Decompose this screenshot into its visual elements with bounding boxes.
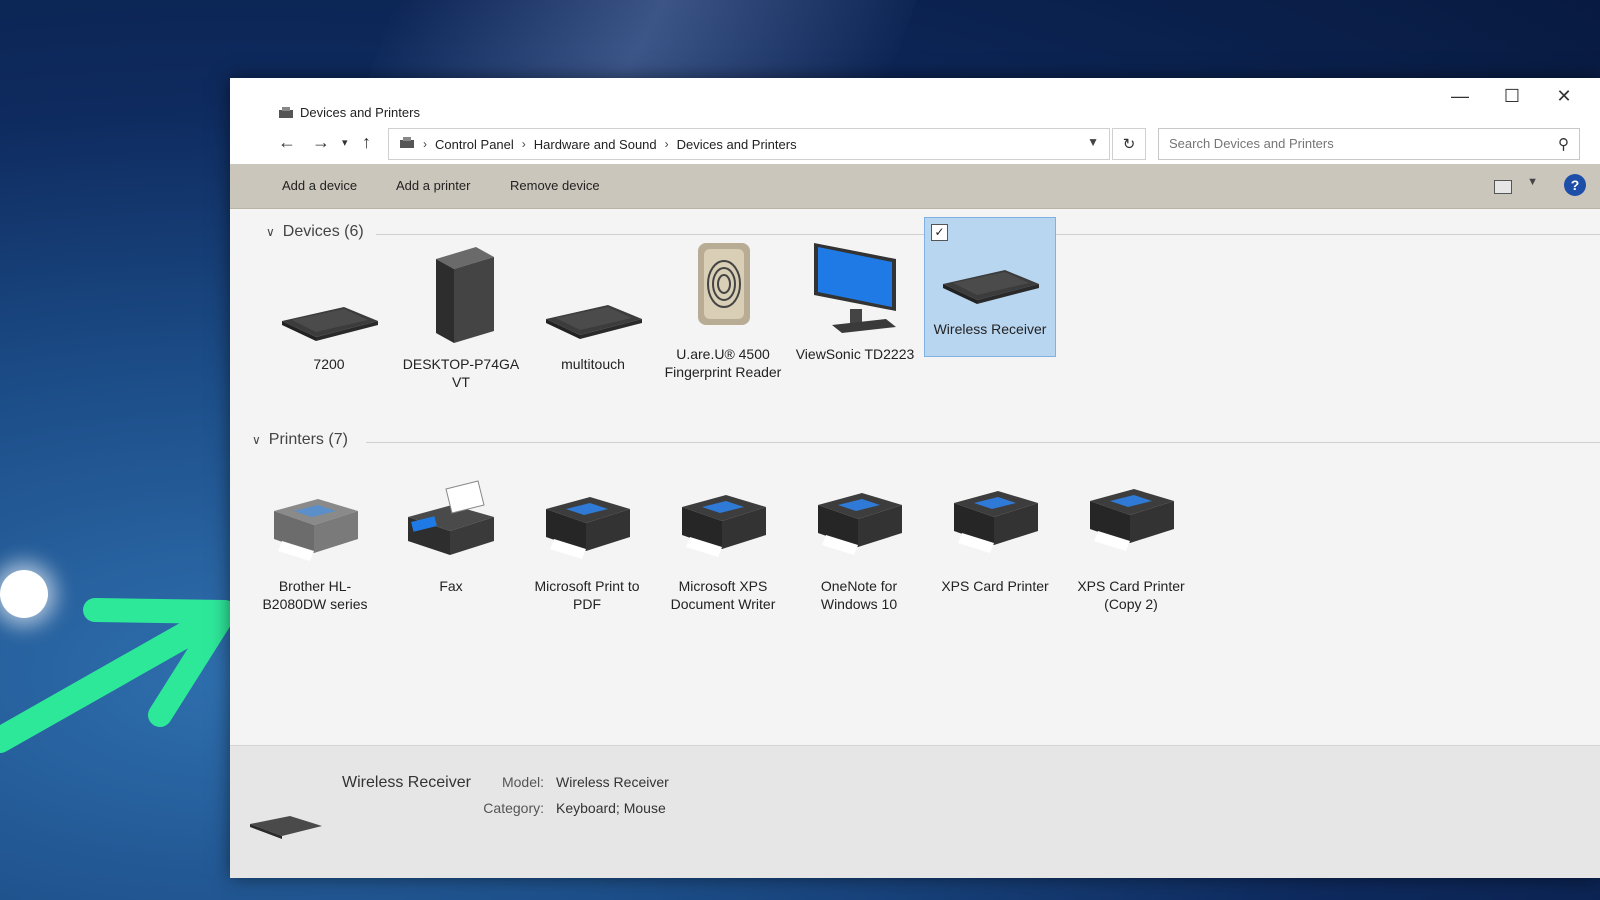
selected-checkbox[interactable]: ✓: [931, 224, 948, 241]
remove-device-button[interactable]: Remove device: [510, 178, 600, 193]
back-arrow-icon[interactable]: ←: [278, 132, 296, 153]
minimize-button[interactable]: —: [1434, 78, 1486, 114]
breadcrumb-separator-icon: ›: [521, 137, 526, 151]
window-controls: — ☐ ✕: [1434, 78, 1590, 114]
address-bar[interactable]: › Control Panel › Hardware and Sound › D…: [388, 128, 1110, 160]
device-item-fingerprint-reader[interactable]: U.are.U® 4500 Fingerprint Reader: [658, 229, 788, 381]
device-label: Wireless Receiver: [933, 321, 1047, 337]
recent-locations-chevron-icon[interactable]: ▾: [342, 136, 348, 149]
breadcrumb-separator-icon: ›: [423, 137, 427, 151]
change-view-icon[interactable]: [1494, 180, 1512, 194]
printer-item-fax[interactable]: Fax: [386, 471, 516, 595]
printer-icon: [1090, 489, 1174, 551]
devices-content-area: ∨ Devices (6) 7200 DESKTOP-P74GA VT mult…: [230, 209, 1600, 746]
view-options-chevron-icon[interactable]: ▼: [1527, 176, 1538, 188]
search-icon[interactable]: ⚲: [1558, 135, 1569, 153]
printer-item-xps-card[interactable]: XPS Card Printer: [930, 471, 1060, 595]
address-dropdown-chevron-icon[interactable]: ▼: [1087, 135, 1099, 149]
help-icon[interactable]: ?: [1564, 174, 1586, 196]
printer-item-microsoft-xps[interactable]: Microsoft XPS Document Writer: [658, 471, 788, 613]
device-label: multitouch: [561, 356, 625, 372]
device-item-7200[interactable]: 7200: [264, 259, 394, 373]
group-divider: [366, 442, 1600, 443]
close-icon: ✕: [1556, 85, 1572, 106]
printer-icon: [818, 493, 902, 555]
maximize-icon: ☐: [1503, 85, 1521, 106]
printer-item-brother[interactable]: Brother HL-B2080DW series: [250, 471, 380, 613]
device-label: U.are.U® 4500 Fingerprint Reader: [664, 346, 782, 380]
printer-item-xps-card-copy2[interactable]: XPS Card Printer (Copy 2): [1066, 471, 1196, 613]
add-device-button[interactable]: Add a device: [282, 178, 357, 193]
maximize-button[interactable]: ☐: [1486, 78, 1538, 114]
close-button[interactable]: ✕: [1538, 78, 1590, 114]
refresh-icon: ↻: [1122, 136, 1136, 153]
title-bar: Devices and Printers — ☐ ✕: [230, 78, 1600, 120]
details-category-label: Category:: [483, 800, 544, 816]
refresh-button[interactable]: ↻: [1112, 128, 1146, 160]
details-category-value: Keyboard; Mouse: [556, 800, 666, 816]
monitor-icon: [814, 243, 896, 333]
keyboard-icon: [250, 816, 322, 839]
printers-group-header[interactable]: ∨ Printers (7): [252, 431, 348, 449]
printer-item-onenote[interactable]: OneNote for Windows 10: [794, 471, 924, 613]
up-arrow-icon[interactable]: ↑: [362, 132, 371, 153]
computer-tower-icon: [436, 247, 494, 343]
breadcrumb-devices-printers[interactable]: Devices and Printers: [677, 137, 797, 152]
fax-icon: [408, 480, 494, 555]
printer-icon: [546, 497, 630, 559]
device-item-multitouch[interactable]: multitouch: [528, 259, 658, 373]
device-label: DESKTOP-P74GA VT: [402, 356, 520, 390]
printer-item-microsoft-print-pdf[interactable]: Microsoft Print to PDF: [522, 471, 652, 613]
printers-group-label: Printers (7): [268, 431, 348, 448]
navigation-bar: ← → ▾ ↑ › Control Panel › Hardware and S…: [230, 118, 1600, 164]
breadcrumb-hardware-sound[interactable]: Hardware and Sound: [534, 137, 657, 152]
collapse-chevron-icon[interactable]: ∨: [266, 225, 275, 239]
forward-arrow-icon[interactable]: →: [312, 132, 330, 153]
breadcrumb-separator-icon: ›: [664, 137, 669, 151]
details-model-value: Wireless Receiver: [556, 774, 669, 790]
printer-label: OneNote for Windows 10: [820, 578, 898, 612]
printer-label: XPS Card Printer (Copy 2): [1077, 578, 1185, 612]
details-device-name: Wireless Receiver: [342, 774, 471, 791]
control-panel-icon: [400, 137, 414, 148]
printer-icon: [274, 499, 358, 561]
breadcrumb-control-panel[interactable]: Control Panel: [435, 137, 514, 152]
printer-label: Brother HL-B2080DW series: [262, 578, 368, 612]
printer-label: Microsoft Print to PDF: [534, 578, 640, 612]
add-printer-button[interactable]: Add a printer: [396, 178, 470, 193]
collapse-chevron-icon[interactable]: ∨: [252, 433, 261, 447]
printer-label: Microsoft XPS Document Writer: [670, 578, 776, 612]
device-label: ViewSonic TD2223: [795, 346, 915, 362]
details-model-label: Model:: [501, 774, 544, 790]
device-item-monitor[interactable]: ViewSonic TD2223: [790, 229, 920, 363]
keyboard-icon: [282, 307, 378, 341]
devices-group-header[interactable]: ∨ Devices (6): [266, 223, 364, 241]
printer-label: Fax: [439, 578, 463, 594]
device-item-desktop[interactable]: DESKTOP-P74GA VT: [396, 239, 526, 391]
printer-icon: [682, 495, 766, 557]
printer-icon: [954, 491, 1038, 553]
devices-printers-window: Devices and Printers — ☐ ✕ ← → ▾ ↑ › Con…: [230, 78, 1600, 878]
device-item-wireless-receiver[interactable]: ✓ Wireless Receiver: [924, 217, 1056, 357]
keyboard-icon: [943, 270, 1039, 304]
search-input[interactable]: [1167, 135, 1531, 152]
command-bar: Add a device Add a printer Remove device…: [230, 164, 1600, 209]
minimize-icon: —: [1451, 85, 1469, 106]
green-arrow-annotation: [0, 598, 237, 753]
details-pane: Wireless Receiver Model: Wireless Receiv…: [230, 745, 1600, 878]
search-box[interactable]: ⚲: [1158, 128, 1580, 160]
printer-label: XPS Card Printer: [941, 578, 1049, 594]
fingerprint-reader-icon: [698, 243, 750, 325]
device-label: 7200: [313, 356, 345, 372]
background-light-streak: [363, 0, 917, 90]
devices-group-label: Devices (6): [282, 223, 364, 240]
keyboard-icon: [546, 305, 642, 339]
